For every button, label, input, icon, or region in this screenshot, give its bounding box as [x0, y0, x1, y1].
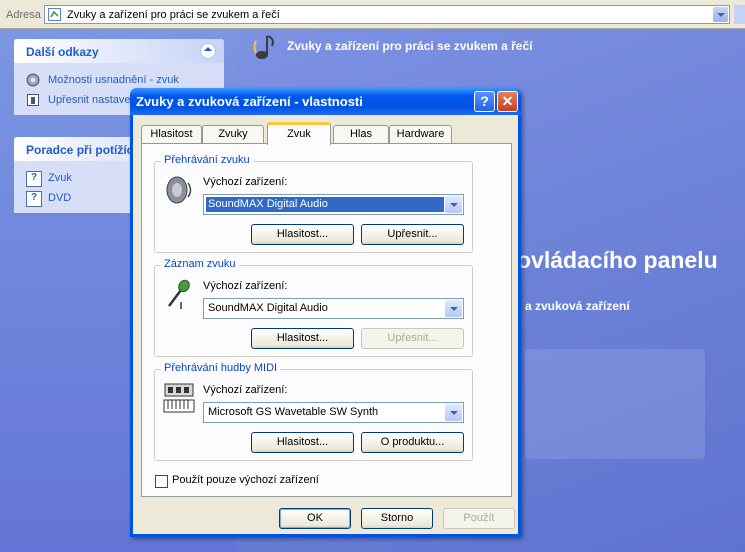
audio-tab-panel: Přehrávání zvuku Výchozí zařízení: Sound… [141, 143, 512, 497]
address-label: Adresa [6, 9, 41, 21]
midi-about-button[interactable]: O produktu... [361, 432, 464, 453]
playback-group: Přehrávání zvuku Výchozí zařízení: Sound… [154, 154, 473, 253]
speaker-icon [166, 176, 192, 204]
dialog-titlebar[interactable]: Zvuky a zvuková zařízení - vlastnosti ? … [130, 88, 521, 115]
cancel-button[interactable]: Storno [361, 508, 433, 529]
recording-device-label: Výchozí zařízení: [203, 280, 288, 292]
chevron-down-icon[interactable] [445, 196, 462, 213]
recording-device-value: SoundMAX Digital Audio [208, 302, 328, 314]
help-button[interactable]: ? [474, 91, 495, 112]
see-also-title: Další odkazy [26, 45, 99, 59]
chevron-down-icon[interactable] [445, 404, 462, 421]
midi-title: Přehrávání hudby MIDI [161, 362, 281, 374]
playback-device-value: SoundMAX Digital Audio [206, 197, 444, 212]
tab-hardware[interactable]: Hardware [389, 125, 452, 143]
tab-voice[interactable]: Hlas [333, 125, 389, 143]
address-input[interactable]: Zvuky a zařízení pro práci se zvukem a ř… [44, 5, 730, 24]
control-panel-icon [48, 8, 61, 21]
playback-advanced-button[interactable]: Upřesnit... [361, 224, 464, 245]
playback-device-label: Výchozí zařízení: [203, 176, 288, 188]
tab-sounds[interactable]: Zvuky [202, 125, 264, 143]
microphone-icon [168, 279, 190, 309]
link-label: Možnosti usnadnění - zvuk [48, 74, 179, 86]
ok-button[interactable]: OK [279, 508, 351, 529]
recording-group: Záznam zvuku Výchozí zařízení: SoundMAX … [154, 258, 473, 357]
apply-button: Použít [443, 508, 515, 529]
use-default-only-label: Použít pouze výchozí zařízení [172, 474, 319, 486]
checkbox-box[interactable] [155, 475, 168, 488]
troubleshoot-title: Poradce při potížích [26, 143, 141, 157]
midi-group: Přehrávání hudby MIDI Výchozí zařízení: … [154, 362, 473, 461]
link-label: Zvuk [48, 172, 72, 184]
help-icon: ? [26, 171, 42, 187]
playback-volume-button[interactable]: Hlasitost... [251, 224, 354, 245]
midi-device-label: Výchozí zařízení: [203, 384, 288, 396]
midi-device-value: Microsoft GS Wavetable SW Synth [208, 406, 379, 418]
main-title: Zvuky a zařízení pro práci se zvukem a ř… [287, 39, 533, 53]
category-link[interactable]: a zvuková zařízení [525, 299, 630, 313]
recording-volume-button[interactable]: Hlasitost... [251, 328, 354, 349]
category-heading: ovládacího panelu [517, 247, 718, 273]
tab-audio[interactable]: Zvuk [267, 122, 331, 145]
collapse-chevron-icon[interactable] [200, 43, 216, 59]
address-text: Zvuky a zařízení pro práci se zvukem a ř… [67, 9, 280, 21]
playback-device-select[interactable]: SoundMAX Digital Audio [203, 194, 464, 215]
advanced-icon [27, 94, 39, 106]
see-also-header[interactable]: Další odkazy [14, 39, 224, 63]
address-go-area[interactable] [734, 5, 745, 24]
recording-title: Záznam zvuku [161, 258, 239, 270]
recording-device-select[interactable]: SoundMAX Digital Audio [203, 298, 464, 319]
background-watermark [525, 349, 705, 459]
midi-volume-button[interactable]: Hlasitost... [251, 432, 354, 453]
link-label: DVD [48, 192, 72, 204]
midi-device-select[interactable]: Microsoft GS Wavetable SW Synth [203, 402, 464, 423]
help-icon: ? [26, 191, 42, 207]
properties-dialog: Zvuky a zvuková zařízení - vlastnosti ? … [130, 88, 521, 537]
address-bar: Adresa Zvuky a zařízení pro práci se zvu… [0, 0, 745, 29]
playback-title: Přehrávání zvuku [161, 154, 253, 166]
tab-volume[interactable]: Hlasitost [141, 125, 202, 143]
link-label: Upřesnit nastavení [48, 94, 140, 106]
midi-keyboard-icon [163, 383, 195, 413]
accessibility-icon [26, 73, 40, 87]
close-button[interactable]: ✕ [497, 91, 518, 112]
dialog-title: Zvuky a zvuková zařízení - vlastnosti [136, 94, 363, 109]
recording-advanced-button: Upřesnit... [361, 328, 464, 349]
dialog-body: Hlasitost Zvuky Zvuk Hlas Hardware Přehr… [133, 115, 518, 534]
sound-devices-icon [253, 35, 274, 59]
address-dropdown-icon[interactable] [713, 7, 728, 22]
chevron-down-icon[interactable] [445, 300, 462, 317]
